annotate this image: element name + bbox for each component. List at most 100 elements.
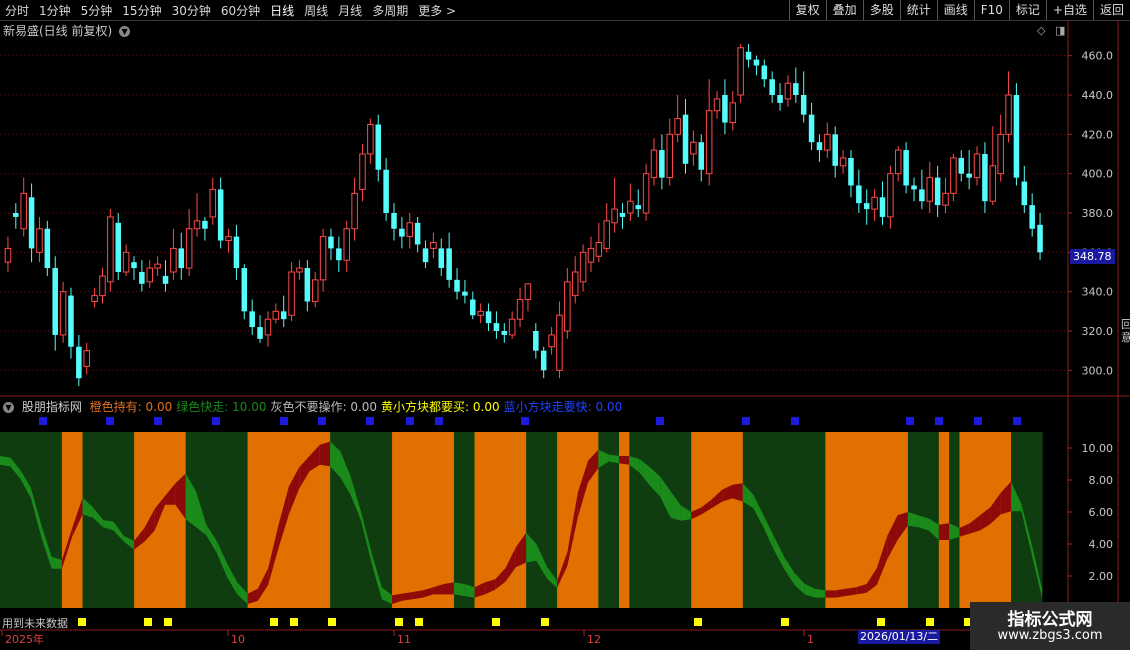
candle-body-63: [501, 331, 508, 335]
zone-97: [1000, 432, 1012, 608]
candle-body-52: [414, 222, 421, 245]
candle-body-36: [288, 271, 295, 316]
candle-body-112: [887, 173, 894, 218]
price-tick-label-7: 320.0: [1082, 325, 1114, 338]
wave-segment-44: [453, 582, 465, 596]
candle-body-21: [170, 247, 177, 273]
candle-body-18: [146, 267, 154, 283]
candle-body-103: [816, 142, 823, 151]
candle-body-69: [548, 334, 555, 348]
zone-56: [577, 432, 589, 608]
chart-area[interactable]: 460.0440.0420.0400.0380.0360.0340.0320.0…: [0, 0, 1130, 650]
yellow-square-0: [78, 618, 86, 626]
blue-square-1: [106, 417, 114, 425]
candle-body-130: [1029, 205, 1035, 229]
candle-body-101: [800, 95, 807, 115]
candle-body-7: [59, 291, 67, 336]
candle-body-65: [516, 299, 524, 320]
candle-body-58: [462, 291, 468, 296]
zone-71: [732, 432, 744, 608]
site-watermark: 指标公式网 www.zbgs3.com: [970, 602, 1130, 650]
indicator-menu-icon[interactable]: ▼: [3, 402, 14, 413]
wave-segment-43: [443, 582, 454, 595]
candle-body-13: [107, 216, 114, 283]
candle-body-1: [13, 213, 19, 217]
candle-body-111: [879, 197, 886, 217]
candle-body-61: [485, 311, 492, 324]
price-tick-label-4: 380.0: [1082, 207, 1114, 220]
watermark-url: www.zbgs3.com: [997, 628, 1103, 643]
candle-body-79: [627, 200, 634, 214]
date-label-0: 2025年: [5, 632, 44, 646]
candle-body-78: [619, 213, 626, 217]
candle-body-53: [422, 248, 429, 263]
price-axis: 460.0440.0420.0400.0380.0360.0340.0320.0…: [1068, 50, 1114, 377]
yellow-square-13: [926, 618, 934, 626]
candle-body-45: [359, 153, 366, 190]
yellow-square-1: [144, 618, 152, 626]
blue-square-10: [656, 417, 664, 425]
last-price-flag: 348.78: [1070, 249, 1115, 264]
candle-body-10: [83, 350, 90, 367]
wave-segment-91: [938, 523, 950, 540]
candle-body-80: [635, 205, 641, 210]
zone-39: [402, 432, 414, 608]
ind-tick-label-4: 2.00: [1089, 570, 1114, 583]
candle-body-50: [399, 228, 405, 237]
blue-square-7: [406, 417, 414, 425]
candle-body-100: [793, 83, 799, 95]
candle-body-88: [698, 142, 705, 170]
zone-91: [938, 432, 950, 608]
blue-square-5: [318, 417, 326, 425]
zone-80: [825, 432, 837, 608]
blue-square-12: [791, 417, 799, 425]
candle-body-20: [162, 275, 169, 284]
candle-body-90: [713, 98, 721, 112]
zone-85: [876, 432, 888, 608]
indicator-panel: [0, 417, 1043, 626]
zone-5: [51, 432, 63, 608]
zone-4: [41, 432, 53, 608]
zone-62: [639, 432, 651, 608]
candle-body-99: [784, 82, 792, 100]
candle-body-47: [375, 124, 381, 170]
candle-body-117: [926, 177, 934, 202]
candle-body-16: [131, 262, 137, 269]
candle-body-73: [579, 251, 587, 283]
candle-body-94: [745, 51, 752, 60]
candle-body-3: [28, 197, 35, 249]
zone-50: [515, 432, 527, 608]
candle-body-55: [438, 248, 445, 269]
zone-34: [350, 432, 362, 608]
candle-body-6: [52, 268, 58, 335]
candle-body-22: [178, 248, 185, 269]
candle-body-25: [202, 220, 208, 229]
candle-body-33: [264, 318, 272, 336]
candle-body-9: [76, 346, 82, 379]
date-label-4: 1: [807, 633, 814, 646]
price-tick-label-2: 420.0: [1082, 128, 1114, 141]
candle-body-41: [328, 236, 334, 249]
wave-segment-80: [825, 590, 836, 598]
candle-body-5: [44, 228, 51, 269]
price-tick-label-1: 440.0: [1082, 89, 1114, 102]
candle-body-87: [690, 141, 697, 155]
zone-6: [61, 432, 73, 608]
candle-body-57: [454, 279, 460, 292]
candle-body-28: [225, 236, 232, 242]
zone-38: [392, 432, 403, 608]
yellow-square-8: [492, 618, 500, 626]
zone-75: [773, 432, 785, 608]
candle-body-107: [848, 157, 854, 186]
zone-67: [691, 432, 703, 608]
candle-body-97: [769, 79, 775, 95]
zone-2: [20, 432, 32, 608]
candle-body-98: [777, 95, 783, 103]
candle-body-49: [391, 213, 397, 229]
price-tick-label-3: 400.0: [1082, 168, 1114, 181]
candle-body-108: [856, 185, 862, 204]
candle-body-62: [493, 323, 500, 331]
candle-body-91: [722, 95, 728, 123]
zone-82: [845, 432, 857, 608]
candle-body-4: [36, 228, 43, 253]
